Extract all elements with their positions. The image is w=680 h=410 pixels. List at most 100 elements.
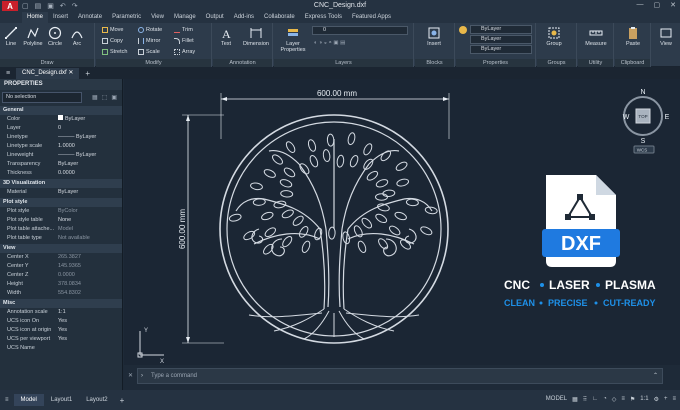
prop-row[interactable]: Center Y 145.9365	[0, 262, 122, 271]
snap-icon[interactable]: ⠿	[583, 396, 587, 403]
prop-row[interactable]: Lineweight ——— ByLayer	[0, 151, 122, 160]
text-button[interactable]: A Text	[215, 26, 237, 47]
prop-row[interactable]: Plot style ByColor	[0, 207, 122, 216]
selection-dropdown[interactable]: No selection	[2, 92, 82, 103]
prop-row[interactable]: UCS icon at origin Yes	[0, 326, 122, 335]
tab-addins[interactable]: Add-ins	[229, 12, 259, 23]
lineweight-icon[interactable]: ≡	[621, 396, 625, 403]
app-logo-button[interactable]: A	[2, 1, 18, 11]
prop-row[interactable]: Width 554.8302	[0, 289, 122, 298]
menu-icon[interactable]: ≡	[0, 70, 16, 77]
new-tab-icon[interactable]: +	[79, 69, 96, 78]
prop-row[interactable]: Center X 265.3827	[0, 253, 122, 262]
view-button[interactable]: View	[655, 26, 677, 47]
prop-row[interactable]: Linetype ——— ByLayer	[0, 133, 122, 142]
prop-row[interactable]: Plot table type Not available	[0, 234, 122, 243]
prop-row[interactable]: Center Z 0.0000	[0, 271, 122, 280]
minimize-icon[interactable]: —	[637, 1, 644, 9]
section-view[interactable]: View	[0, 244, 122, 253]
tab-express-tools[interactable]: Express Tools	[300, 12, 347, 23]
layer-properties-button[interactable]: Layer Properties	[278, 26, 308, 53]
prop-row[interactable]: Thickness 0.0000	[0, 169, 122, 178]
prop-row[interactable]: UCS Name	[0, 344, 122, 353]
prop-row[interactable]: UCS icon On Yes	[0, 317, 122, 326]
layer-dropdown[interactable]: 0	[312, 26, 408, 35]
quick-select-icon[interactable]: ▣	[111, 94, 117, 101]
trim-button[interactable]: Trim	[174, 26, 193, 34]
tab-collaborate[interactable]: Collaborate	[259, 12, 300, 23]
redo-icon[interactable]: ↷	[72, 2, 78, 10]
command-history-icon[interactable]: ⌃	[653, 369, 658, 383]
stretch-button[interactable]: Stretch	[102, 48, 127, 56]
plus-icon[interactable]: +	[664, 396, 668, 403]
tab-view[interactable]: View	[146, 12, 169, 23]
compass-south[interactable]: S	[641, 138, 646, 145]
dimension-button[interactable]: Dimension	[241, 26, 271, 47]
prop-row[interactable]: UCS per viewport Yes	[0, 335, 122, 344]
measure-button[interactable]: Measure	[582, 26, 610, 47]
tab-insert[interactable]: Insert	[48, 12, 73, 23]
section-plot-style[interactable]: Plot style	[0, 198, 122, 207]
prop-row[interactable]: Annotation scale 1:1	[0, 308, 122, 317]
prop-row[interactable]: Linetype scale 1.0000	[0, 142, 122, 151]
tab-file[interactable]	[0, 12, 22, 23]
section-3d-visualization[interactable]: 3D Visualization	[0, 179, 122, 188]
new-file-icon[interactable]: ▢	[22, 2, 29, 10]
command-line[interactable]: › Type a command ⌃	[137, 368, 663, 384]
tab-layout2[interactable]: Layout2	[79, 394, 114, 406]
prop-row[interactable]: Color ByLayer	[0, 115, 122, 124]
polyline-button[interactable]: Polyline	[22, 26, 44, 47]
prop-row[interactable]: Transparency ByLayer	[0, 160, 122, 169]
tab-model[interactable]: Model	[13, 394, 44, 406]
linetype-dropdown[interactable]: ByLayer	[470, 35, 532, 44]
layout-menu-icon[interactable]: ≡	[0, 397, 14, 403]
undo-icon[interactable]: ↶	[60, 2, 66, 10]
scale-button[interactable]: Scale	[138, 48, 160, 56]
polar-icon[interactable]: ◔	[603, 396, 607, 403]
fillet-button[interactable]: Fillet	[174, 37, 194, 45]
move-button[interactable]: Move	[102, 26, 123, 34]
tab-home[interactable]: Home	[22, 12, 49, 23]
open-file-icon[interactable]: ▤	[35, 2, 42, 10]
drawing-canvas[interactable]: 600.00 mm 600.00 mm DXF CNC LASER PLASMA…	[124, 79, 680, 365]
tab-output[interactable]: Output	[201, 12, 229, 23]
lineweight-dropdown[interactable]: ByLayer	[470, 45, 532, 54]
paste-button[interactable]: Paste	[619, 26, 647, 47]
add-layout-icon[interactable]: +	[115, 396, 130, 405]
model-space-toggle[interactable]: MODEL	[546, 396, 567, 403]
prop-row[interactable]: Layer 0	[0, 124, 122, 133]
maximize-icon[interactable]: ▢	[654, 1, 661, 9]
arc-button[interactable]: Arc	[66, 26, 88, 47]
section-misc[interactable]: Misc	[0, 299, 122, 308]
prop-row[interactable]: Plot table attache... Model	[0, 225, 122, 234]
tab-manage[interactable]: Manage	[169, 12, 201, 23]
prop-row[interactable]: Height 378.0834	[0, 280, 122, 289]
osnap-icon[interactable]: ◇	[612, 396, 617, 403]
prop-row[interactable]: Plot style table None	[0, 216, 122, 225]
group-button[interactable]: Group	[543, 26, 565, 47]
close-tab-icon[interactable]: ✕	[68, 70, 73, 76]
mirror-button[interactable]: Mirror	[138, 37, 160, 45]
insert-block-button[interactable]: Insert	[419, 26, 449, 47]
compass-west[interactable]: W	[623, 114, 630, 121]
match-properties-icon[interactable]	[459, 26, 467, 34]
array-button[interactable]: Array	[174, 48, 195, 56]
tab-layout1[interactable]: Layout1	[44, 394, 79, 406]
circle-button[interactable]: Circle	[44, 26, 66, 47]
select-objects-icon[interactable]: ⬚	[102, 94, 108, 101]
settings-icon[interactable]: ⚙	[654, 396, 659, 403]
section-general[interactable]: General	[0, 106, 122, 115]
tree-of-life-emblem[interactable]	[219, 114, 449, 344]
prop-row[interactable]: Material ByLayer	[0, 188, 122, 197]
customize-icon[interactable]: ≡	[672, 396, 676, 403]
rotate-button[interactable]: Rotate	[138, 26, 162, 34]
compass-north[interactable]: N	[640, 89, 645, 96]
command-close-icon[interactable]: ✕	[128, 372, 133, 379]
tab-featured-apps[interactable]: Featured Apps	[347, 12, 396, 23]
tab-annotate[interactable]: Annotate	[73, 12, 107, 23]
save-icon[interactable]: ▣	[47, 2, 54, 10]
copy-button[interactable]: Copy	[102, 37, 123, 45]
annotation-visibility-icon[interactable]: ⚑	[630, 396, 635, 403]
ortho-icon[interactable]: ∟	[592, 396, 598, 403]
toggle-pickadd-icon[interactable]: ▦	[92, 94, 98, 101]
